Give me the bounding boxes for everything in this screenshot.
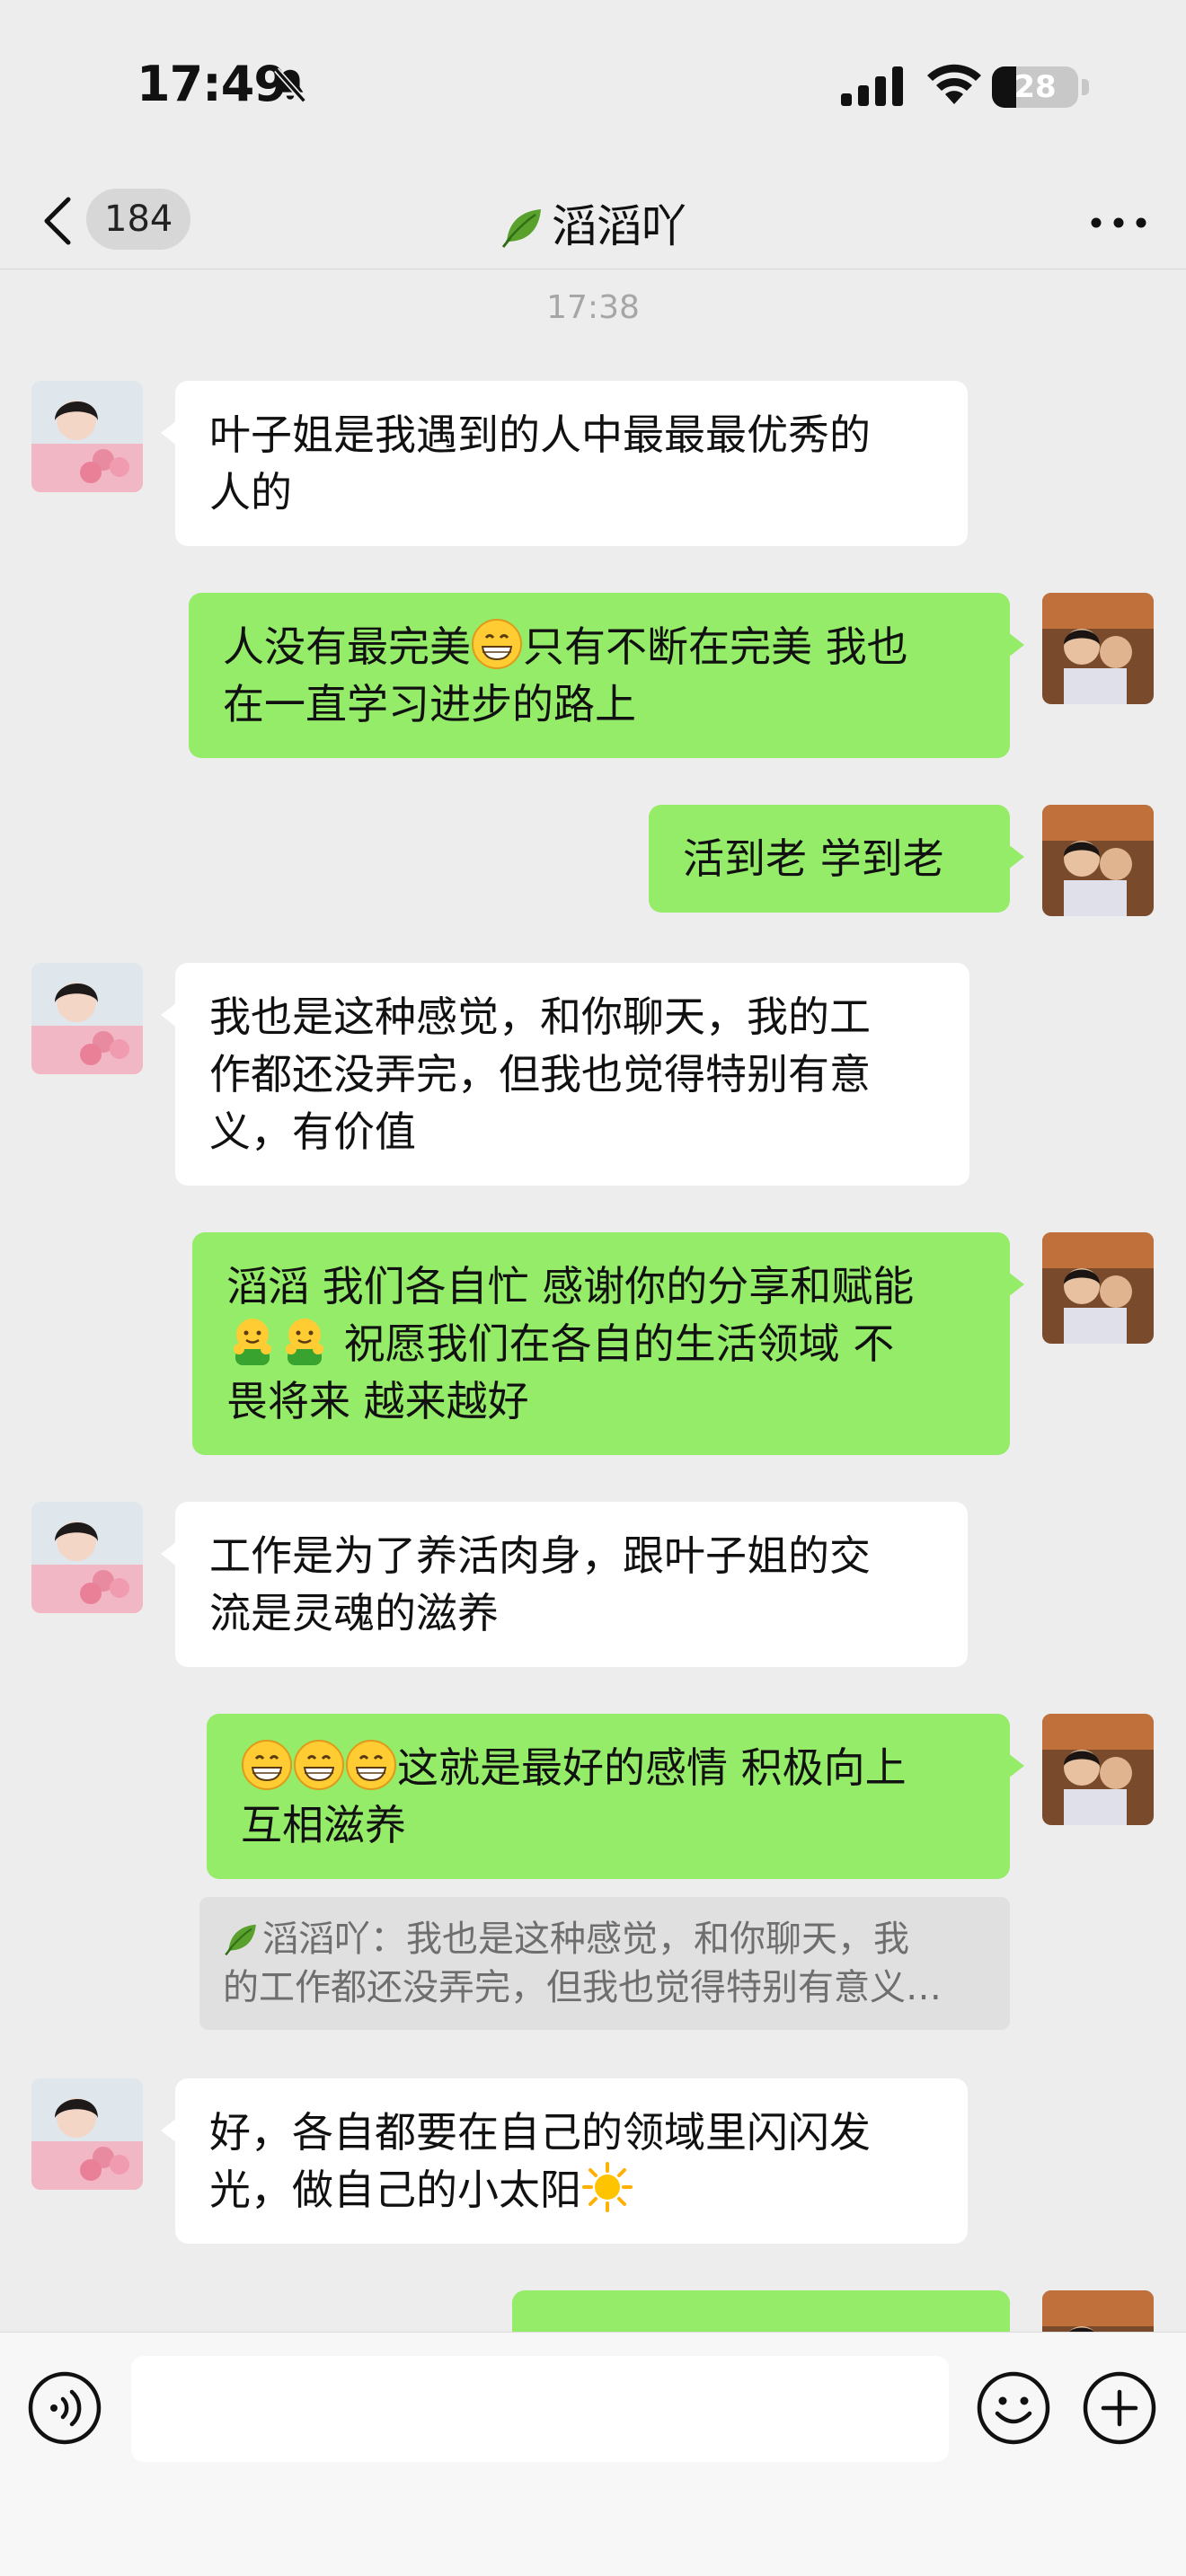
more-icon[interactable] (1087, 196, 1150, 250)
message-timestamp: 17:38 (546, 289, 640, 326)
message-bubble-outgoing[interactable]: 这就是最好的感情 积极向上 互相滋养 (207, 1714, 1024, 1879)
message-bubble-outgoing[interactable]: 滔滔 我们各自忙 感谢你的分享和赋能 祝愿我们在各自的生活领域 不 畏将来 越来… (192, 1232, 1024, 1455)
grin-emoji (294, 1740, 344, 1790)
battery-tip (1082, 79, 1089, 95)
chat-title-text: 滔滔吖 (552, 200, 686, 252)
message-text: 光，做自己的小太阳 (209, 2166, 581, 2214)
message-text: 我也是这种感觉，和你聊天，我的工 (209, 992, 871, 1041)
message-bubble-incoming[interactable]: 叶子姐是我遇到的人中最最最优秀的 人的 (161, 381, 968, 546)
message-text: 人没有最完美 (223, 622, 471, 671)
bell-slash-icon (274, 67, 306, 103)
message-text: 活到老 学到老 (683, 834, 944, 883)
message-text: 滔滔 我们各自忙 感谢你的分享和赋能 (226, 1262, 915, 1310)
message-text: 祝愿我们在各自的生活领域 不 (331, 1319, 895, 1368)
plus-icon[interactable] (1082, 2370, 1157, 2446)
message-text: 畏将来 越来越好 (226, 1377, 529, 1425)
battery-percent: 28 (1013, 69, 1057, 105)
message-list[interactable]: 17:38 叶子姐是我遇到的人中最最最优秀的 人的 人没有最完美 只有不断在完美… (0, 269, 1186, 2332)
sun-emoji (582, 2162, 633, 2212)
quoted-message[interactable]: 滔滔吖：我也是这种感觉，和你聊天，我 的工作都还没弄完，但我也觉得特别有意义… (199, 1897, 1010, 2030)
message-text: 只有不断在完美 我也 (523, 622, 908, 671)
leaf-icon (225, 1924, 256, 1956)
my-avatar[interactable] (1042, 805, 1154, 916)
status-time: 17:49 (137, 56, 288, 112)
message-bubble-outgoing[interactable]: 活到老 学到老 (649, 805, 1024, 913)
grin-emoji (242, 1740, 292, 1790)
message-text: 这就是最好的感情 积极向上 (397, 1743, 907, 1792)
quote-text: 滔滔吖：我也是这种感觉，和你聊天，我 (262, 1919, 909, 1960)
voice-icon[interactable] (27, 2370, 102, 2446)
message-text: 叶子姐是我遇到的人中最最最优秀的 (209, 410, 871, 459)
message-bubble-outgoing[interactable]: 人没有最完美 只有不断在完美 我也 在一直学习进步的路上 (189, 593, 1024, 758)
my-avatar[interactable] (1042, 2290, 1154, 2332)
message-text: 义，有价值 (209, 1107, 416, 1156)
grin-emoji (472, 619, 522, 669)
my-avatar[interactable] (1042, 1232, 1154, 1344)
message-bubble-outgoing[interactable] (512, 2290, 1024, 2332)
contact-avatar[interactable] (31, 381, 143, 492)
chat-screen: 17:49 28 184 滔滔吖 17:38 叶子姐是我遇到的人中最最最优秀的 … (0, 0, 1186, 2576)
message-bubble-incoming[interactable]: 我也是这种感觉，和你聊天，我的工 作都还没弄完，但我也觉得特别有意 义，有价值 (161, 963, 969, 1186)
wifi-icon (927, 64, 981, 104)
message-bubble-incoming[interactable]: 好，各自都要在自己的领域里闪闪发 光，做自己的小太阳 (161, 2078, 968, 2244)
quote-text: 的工作都还没弄完，但我也觉得特别有意义… (223, 1967, 942, 2008)
message-text: 作都还没弄完，但我也觉得特别有意 (209, 1050, 871, 1098)
status-bar: 17:49 28 (0, 0, 1186, 171)
leaf-icon (501, 209, 541, 248)
chat-title[interactable]: 滔滔吖 (0, 190, 1186, 255)
message-input[interactable] (131, 2356, 949, 2462)
message-text: 流是灵魂的滋养 (209, 1589, 499, 1637)
message-text: 互相滋养 (241, 1801, 406, 1849)
my-avatar[interactable] (1042, 1714, 1154, 1825)
message-text: 工作是为了养活肉身，跟叶子姐的交 (209, 1531, 871, 1580)
contact-avatar[interactable] (31, 963, 143, 1074)
battery-icon: 28 (992, 66, 1078, 108)
emoji-icon[interactable] (976, 2370, 1051, 2446)
signal-icon (841, 66, 903, 106)
contact-avatar[interactable] (31, 1502, 143, 1613)
input-bar (0, 2332, 1186, 2576)
hug-emoji (286, 1319, 323, 1365)
message-text: 好，各自都要在自己的领域里闪闪发 (209, 2108, 871, 2157)
message-text: 人的 (209, 468, 292, 516)
grin-emoji (346, 1740, 396, 1790)
my-avatar[interactable] (1042, 593, 1154, 704)
nav-bar: 184 滔滔吖 (0, 171, 1186, 269)
message-bubble-incoming[interactable]: 工作是为了养活肉身，跟叶子姐的交 流是灵魂的滋养 (161, 1502, 968, 1667)
message-text: 在一直学习进步的路上 (223, 680, 636, 728)
hug-emoji (234, 1319, 271, 1365)
contact-avatar[interactable] (31, 2078, 143, 2190)
